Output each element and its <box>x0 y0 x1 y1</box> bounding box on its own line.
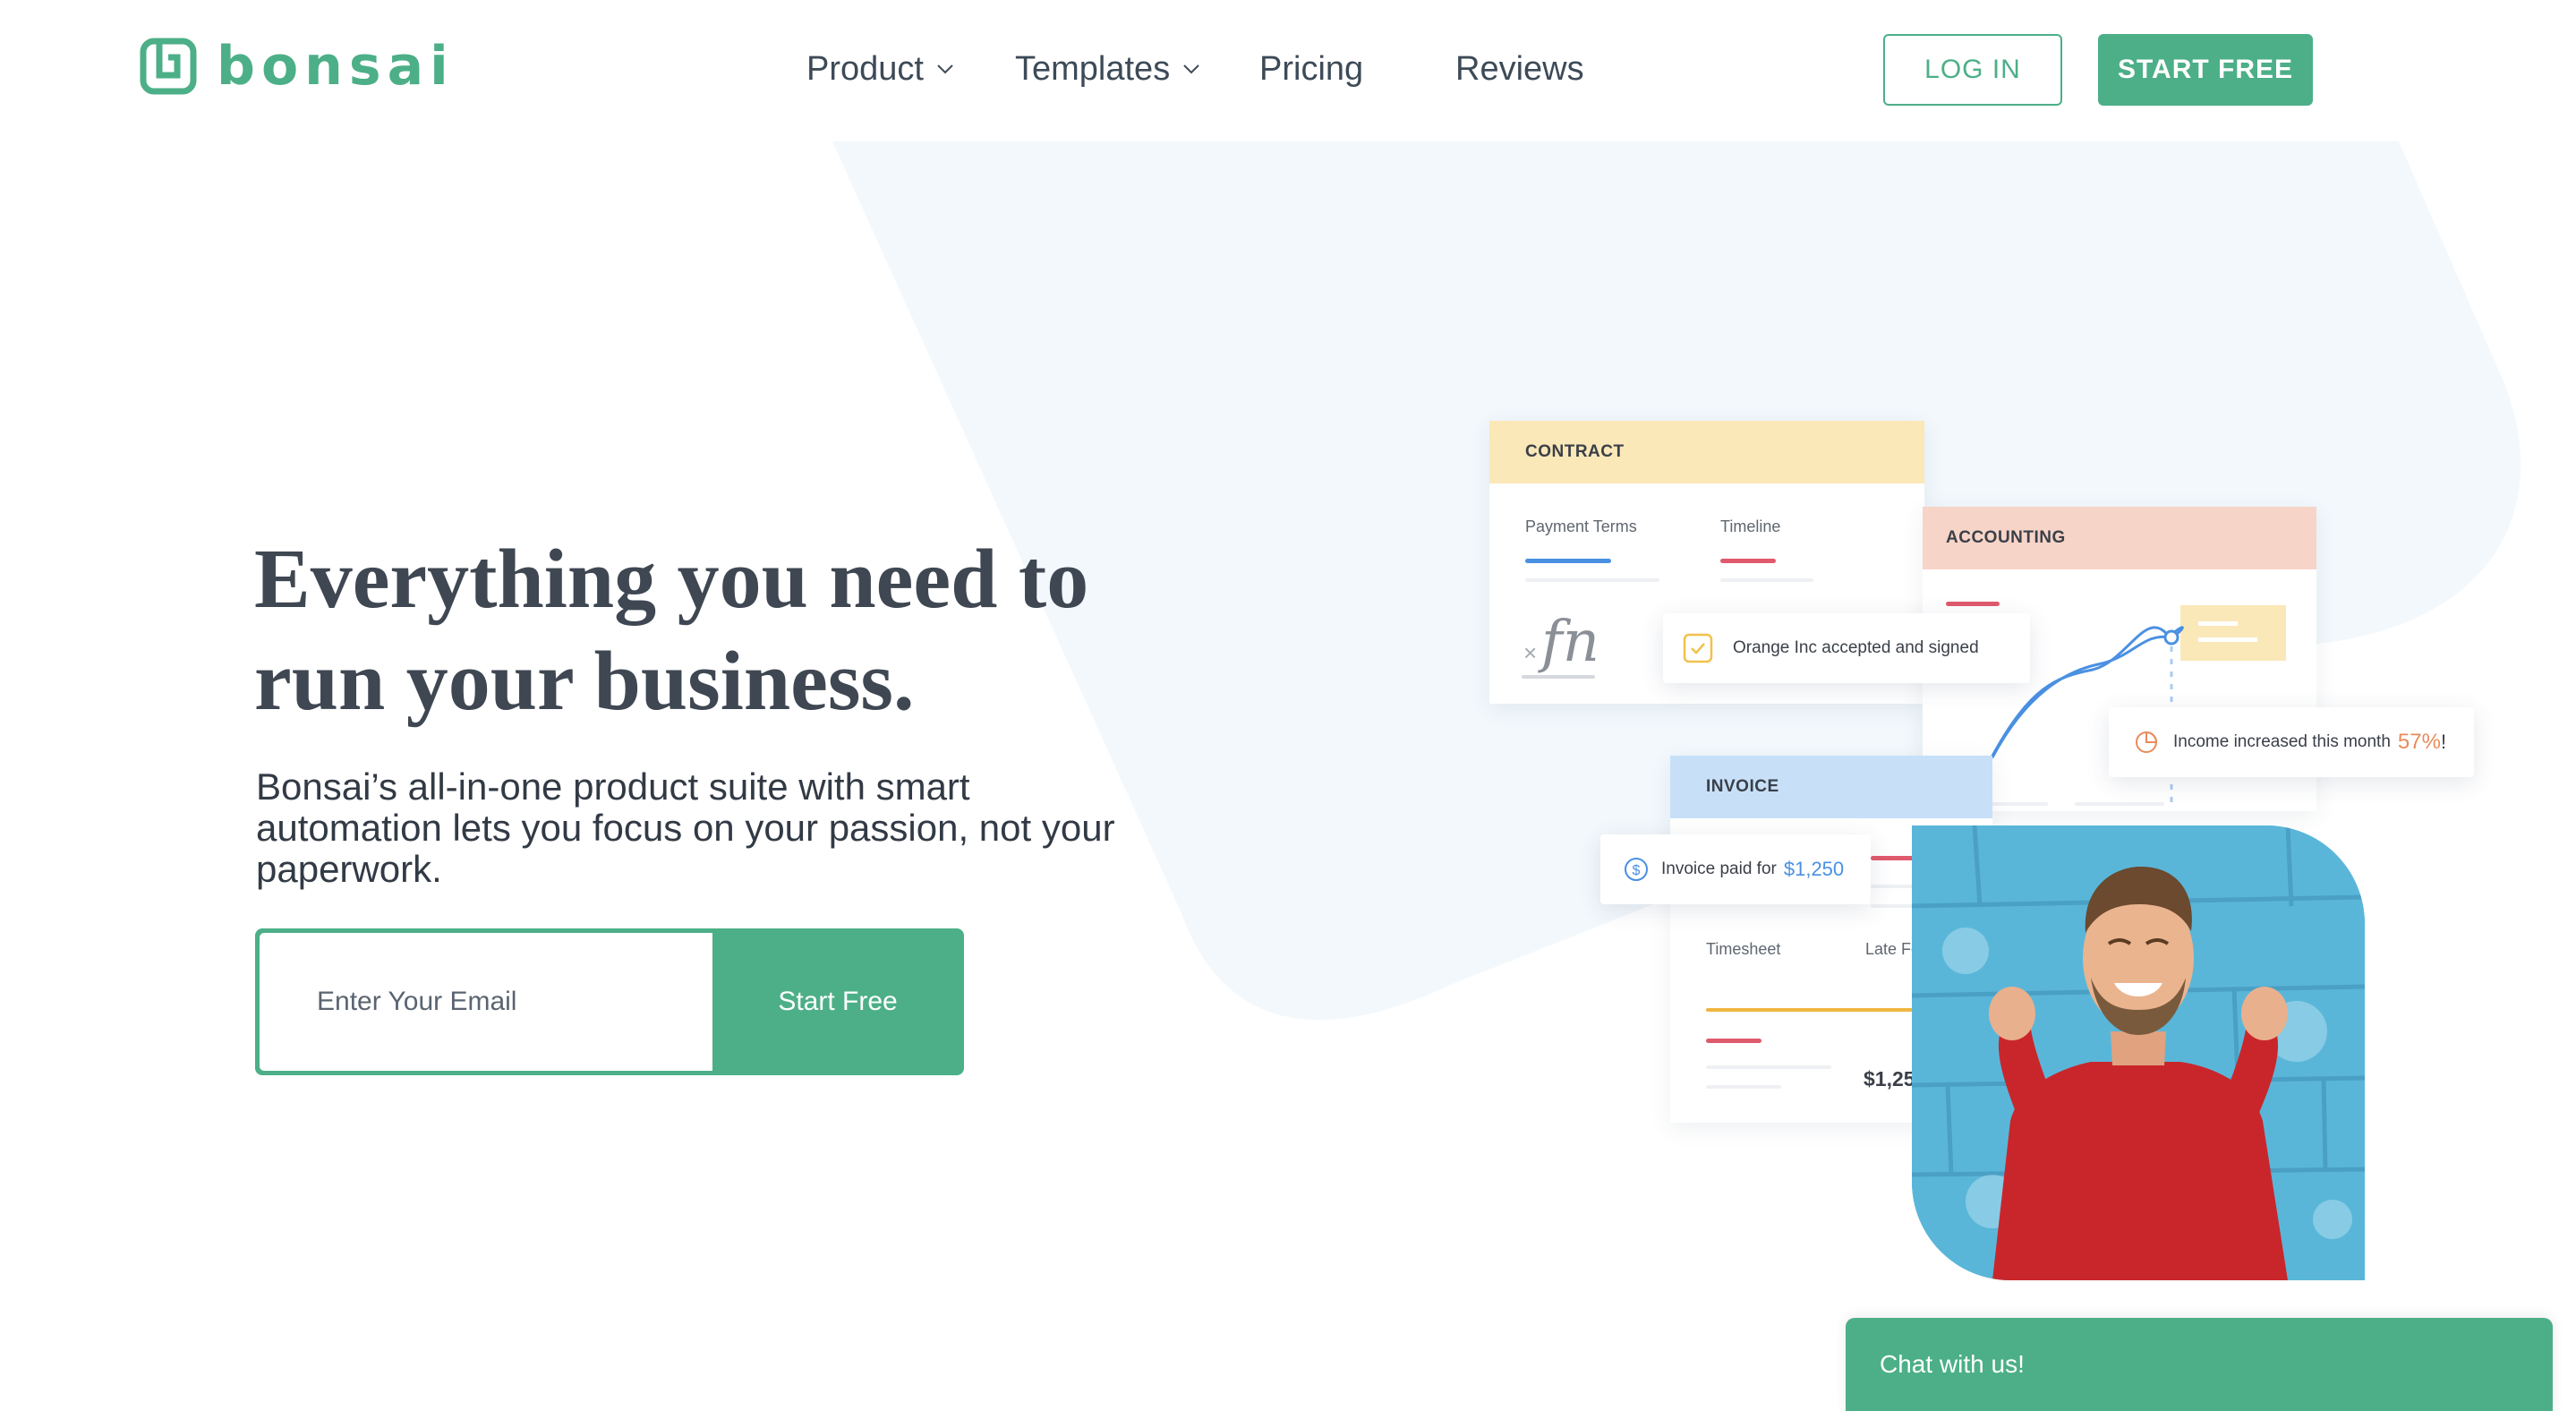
invoice-paid-text: Invoice paid for <box>1661 859 1777 878</box>
hero-title: Everything you need to run your business… <box>254 533 1089 728</box>
nav-templates-label: Templates <box>1015 49 1171 88</box>
invoice-card-title: INVOICE <box>1670 756 1992 818</box>
income-exclamation: ! <box>2440 731 2447 753</box>
hero-subtitle: Bonsai’s all-in-one product suite with s… <box>256 765 1115 890</box>
start-free-button[interactable]: Start Free <box>712 928 964 1075</box>
brand-name: bonsai <box>217 35 455 98</box>
login-button[interactable]: LOG IN <box>1883 34 2062 106</box>
dollar-coin-icon: $ <box>1625 858 1648 881</box>
payment-terms-bar <box>1525 559 1611 563</box>
chat-label: Chat with us! <box>1880 1350 2025 1378</box>
nav-product-label: Product <box>806 49 924 88</box>
invoice-paid-notification: $ Invoice paid for $1,250 <box>1600 834 1871 904</box>
placeholder-line <box>1706 1065 1831 1069</box>
chevron-down-icon <box>1183 64 1199 74</box>
timeline-label: Timeline <box>1720 517 1781 535</box>
email-signup-form: Start Free <box>255 928 964 1075</box>
contract-signed-text: Orange Inc accepted and signed <box>1733 638 1979 657</box>
placeholder-line <box>1720 578 1813 582</box>
nav-product[interactable]: Product <box>806 47 956 91</box>
invoice-paid-amount: $1,250 <box>1783 858 1845 880</box>
nav-templates[interactable]: Templates <box>1015 47 1202 91</box>
chat-widget[interactable]: Chat with us! <box>1846 1318 2553 1411</box>
nav-reviews[interactable]: Reviews <box>1455 47 1584 91</box>
contract-signed-notification: Orange Inc accepted and signed <box>1663 613 2030 683</box>
svg-text:$: $ <box>1633 863 1641 878</box>
happy-person-photo <box>1912 825 2365 1280</box>
income-increased-notification: Income increased this month 57% ! <box>2109 707 2474 777</box>
email-input[interactable] <box>260 933 712 1071</box>
timeline-bar <box>1720 559 1776 563</box>
signature-line <box>1522 675 1595 679</box>
signature: fn <box>1541 609 1599 675</box>
nav-reviews-label: Reviews <box>1455 49 1584 88</box>
payment-terms-label: Payment Terms <box>1525 517 1637 535</box>
timesheet-label: Timesheet <box>1706 940 1781 958</box>
bonsai-logo-icon <box>140 38 197 95</box>
placeholder-line <box>1706 1085 1781 1089</box>
chevron-down-icon <box>937 64 953 74</box>
bonsai-logo[interactable]: bonsai <box>140 36 455 97</box>
nav-pricing-label: Pricing <box>1259 49 1364 88</box>
income-increase-value: 57% <box>2397 730 2441 754</box>
person-illustration <box>1912 825 2365 1280</box>
nav-pricing[interactable]: Pricing <box>1259 47 1363 91</box>
signature-mark: × <box>1523 639 1538 666</box>
pie-chart-icon <box>2136 731 2158 753</box>
placeholder-line <box>1525 578 1659 582</box>
placeholder-line <box>2075 802 2164 806</box>
late-fee-bar <box>1706 1039 1761 1043</box>
start-free-header-button[interactable]: START FREE <box>2098 34 2313 106</box>
income-increased-text: Income increased this month <box>2173 732 2391 751</box>
contract-card-title: CONTRACT <box>1489 421 1924 483</box>
checkbox-icon <box>1683 633 1713 663</box>
